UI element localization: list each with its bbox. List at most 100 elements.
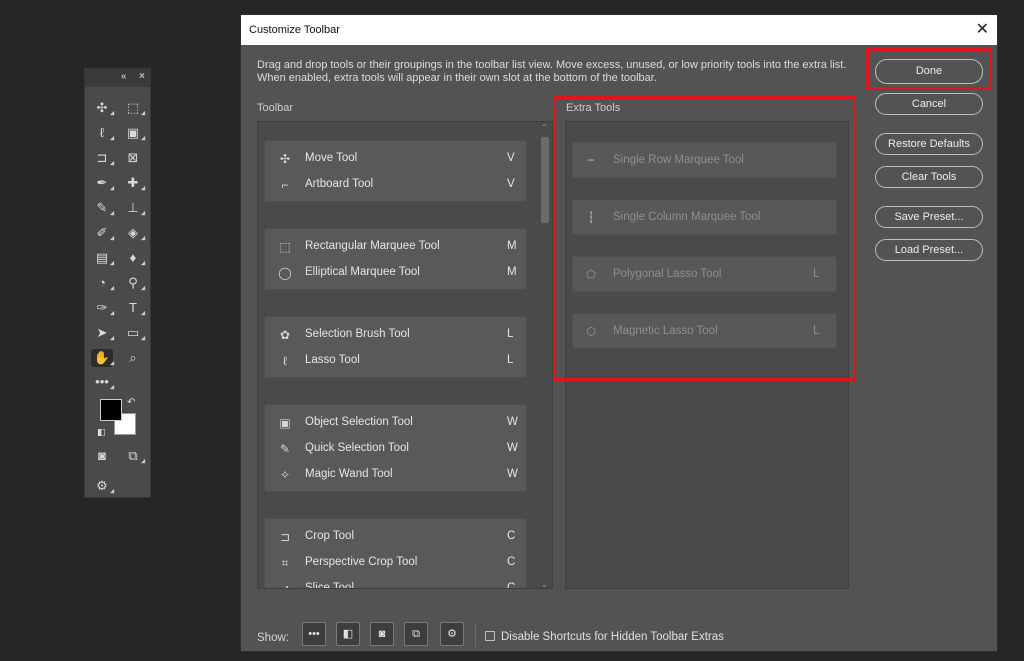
- gradient-tool-icon[interactable]: ▤: [91, 249, 113, 267]
- tool-shortcut: M: [507, 240, 517, 252]
- quick-mask-icon[interactable]: ◙: [91, 447, 113, 465]
- tool-row[interactable]: ✎ Quick Selection Tool W: [265, 436, 526, 462]
- disable-shortcuts-checkbox[interactable]: [485, 631, 495, 641]
- pen-tool-icon[interactable]: ✑: [91, 299, 113, 317]
- frame-tool-icon[interactable]: ⊠: [122, 149, 144, 167]
- perspective-crop-icon: ⌗: [281, 556, 289, 570]
- load-preset-button[interactable]: Load Preset...: [875, 239, 983, 261]
- tool-row[interactable]: ⌗ Perspective Crop Tool C: [265, 550, 526, 576]
- tool-shortcut: C: [507, 556, 516, 568]
- swap-colors-icon[interactable]: ↶: [127, 397, 135, 408]
- tool-group[interactable]: ⬚ Rectangular Marquee Tool M ◯ Elliptical Ma…: [264, 228, 527, 290]
- more-tools-icon[interactable]: •••: [302, 622, 326, 646]
- fg-bg-swatch-icon[interactable]: ◧: [336, 622, 360, 646]
- scrollbar-thumb[interactable]: [541, 137, 549, 223]
- dodge-tool-icon[interactable]: ◔: [91, 274, 113, 292]
- stamp-tool-icon[interactable]: ⊥: [122, 199, 144, 217]
- done-button[interactable]: Done: [875, 59, 983, 84]
- selection-brush-icon: ✿: [279, 328, 291, 342]
- quick-mask-icon[interactable]: ◙: [370, 622, 394, 646]
- rect-marquee-icon: ⬚: [279, 240, 291, 254]
- move-tool-icon[interactable]: ✣: [91, 99, 113, 117]
- tool-row[interactable]: ◯ Elliptical Marquee Tool M: [265, 260, 526, 286]
- tool-row[interactable]: ▣ Object Selection Tool W: [265, 410, 526, 436]
- toolbar-header[interactable]: « ×: [85, 69, 150, 87]
- blur-tool-icon[interactable]: ♦: [122, 249, 144, 267]
- zoom-tool-icon[interactable]: ⌕: [122, 349, 144, 367]
- ellipse-marquee-icon: ◯: [278, 266, 292, 280]
- cancel-button[interactable]: Cancel: [875, 93, 983, 115]
- tool-row[interactable]: ⌐ Artboard Tool V: [265, 172, 526, 198]
- tool-group[interactable]: ⊐ Crop Tool C ⌗ Perspective Crop Tool C ➶ Slice…: [264, 518, 527, 589]
- restore-defaults-button[interactable]: Restore Defaults: [875, 133, 983, 155]
- save-preset-button[interactable]: Save Preset...: [875, 206, 983, 228]
- toolbar-list[interactable]: ✣ Move Tool V ⌐ Artboard Tool V ⬚ Rectangular M…: [257, 121, 553, 589]
- extra-tools-highlight: [553, 96, 856, 381]
- screen-mode-icon[interactable]: ⧉: [122, 447, 144, 465]
- tool-name: Rectangular Marquee Tool: [305, 240, 440, 252]
- divider: [475, 623, 476, 647]
- tool-row[interactable]: ✧ Magic Wand Tool W: [265, 462, 526, 488]
- tool-name: Perspective Crop Tool: [305, 556, 418, 568]
- tool-name: Slice Tool: [305, 582, 355, 589]
- show-label: Show:: [257, 632, 289, 644]
- tool-name: Object Selection Tool: [305, 416, 413, 428]
- dialog-title: Customize Toolbar: [249, 24, 340, 36]
- smudge-tool-icon[interactable]: ⚲: [122, 274, 144, 292]
- foreground-color-swatch[interactable]: [100, 399, 122, 421]
- tool-shortcut: M: [507, 266, 517, 278]
- dialog-description: Drag and drop tools or their groupings i…: [257, 59, 847, 84]
- scroll-up-icon[interactable]: ⌃: [541, 123, 548, 132]
- close-icon[interactable]: ×: [139, 71, 145, 82]
- tool-shortcut: L: [507, 354, 514, 366]
- lasso-tool-icon[interactable]: ℓ: [91, 124, 113, 142]
- tool-row[interactable]: ⊐ Crop Tool C: [265, 524, 526, 550]
- tool-group[interactable]: ▣ Object Selection Tool W ✎ Quick Selection …: [264, 404, 527, 492]
- default-colors-icon[interactable]: ◧: [97, 427, 106, 438]
- type-tool-icon[interactable]: T: [122, 299, 144, 317]
- show-options-bar: Show: ••• ◧ ◙ ⧉ ⚙ Disable Shortcuts for …: [241, 603, 997, 653]
- edit-toolbar-icon[interactable]: ⚙: [91, 477, 113, 495]
- history-brush-tool-icon[interactable]: ✐: [91, 224, 113, 242]
- tool-name: Lasso Tool: [305, 354, 360, 366]
- crop-tool-icon[interactable]: ⊐: [91, 149, 113, 167]
- scroll-down-icon[interactable]: ⌄: [541, 580, 548, 589]
- tool-shortcut: C: [507, 530, 516, 542]
- path-selection-tool-icon[interactable]: ➤: [91, 324, 113, 342]
- magic-wand-icon: ✧: [279, 468, 291, 482]
- tool-shortcut: C: [507, 582, 516, 589]
- slice-icon: ➶: [279, 582, 291, 589]
- marquee-tool-icon[interactable]: ⬚: [122, 99, 144, 117]
- object-selection-tool-icon[interactable]: ▣: [122, 124, 144, 142]
- toolbar-list-scrollbar[interactable]: ⌃ ⌄: [539, 123, 551, 589]
- hand-tool-icon[interactable]: ✋: [91, 349, 113, 367]
- eraser-tool-icon[interactable]: ◈: [122, 224, 144, 242]
- tool-row[interactable]: ℓ Lasso Tool L: [265, 348, 526, 374]
- disable-shortcuts-label[interactable]: Disable Shortcuts for Hidden Toolbar Ext…: [501, 631, 724, 643]
- tool-group[interactable]: ✣ Move Tool V ⌐ Artboard Tool V: [264, 140, 527, 202]
- customize-toolbar-dialog: Customize Toolbar ✕ Drag and drop tools …: [240, 14, 998, 652]
- dialog-titlebar: Customize Toolbar ✕: [241, 15, 997, 45]
- quick-selection-icon: ✎: [279, 442, 291, 456]
- tool-row[interactable]: ➶ Slice Tool C: [265, 576, 526, 589]
- tool-row[interactable]: ✿ Selection Brush Tool L: [265, 322, 526, 348]
- crop-icon: ⊐: [279, 530, 291, 544]
- eyedropper-tool-icon[interactable]: ✒: [91, 174, 113, 192]
- object-selection-icon: ▣: [279, 416, 291, 430]
- healing-brush-tool-icon[interactable]: ✚: [122, 174, 144, 192]
- rectangle-tool-icon[interactable]: ▭: [122, 324, 144, 342]
- tool-group[interactable]: ✿ Selection Brush Tool Lℓ Lasso Tool L: [264, 316, 527, 378]
- tool-row[interactable]: ✣ Move Tool V: [265, 146, 526, 172]
- brush-tool-icon[interactable]: ✎: [91, 199, 113, 217]
- clear-tools-button[interactable]: Clear Tools: [875, 166, 983, 188]
- edit-toolbar-icon[interactable]: ⚙: [440, 622, 464, 646]
- close-icon[interactable]: ✕: [976, 15, 989, 45]
- tool-name: Move Tool: [305, 152, 358, 164]
- more-tools-icon[interactable]: •••: [91, 373, 113, 391]
- photoshop-toolbar: « × ✣ ⬚ ℓ ▣ ⊐ ⊠ ✒ ✚ ✎ ⊥ ✐ ◈ ▤ ♦ ◔ ⚲ ✑ T …: [84, 68, 151, 498]
- collapse-icon[interactable]: «: [121, 71, 127, 82]
- tool-row[interactable]: ⬚ Rectangular Marquee Tool M: [265, 234, 526, 260]
- screen-mode-icon[interactable]: ⧉: [404, 622, 428, 646]
- toolbar-column-label: Toolbar: [257, 102, 294, 114]
- move-icon: ✣: [279, 152, 291, 166]
